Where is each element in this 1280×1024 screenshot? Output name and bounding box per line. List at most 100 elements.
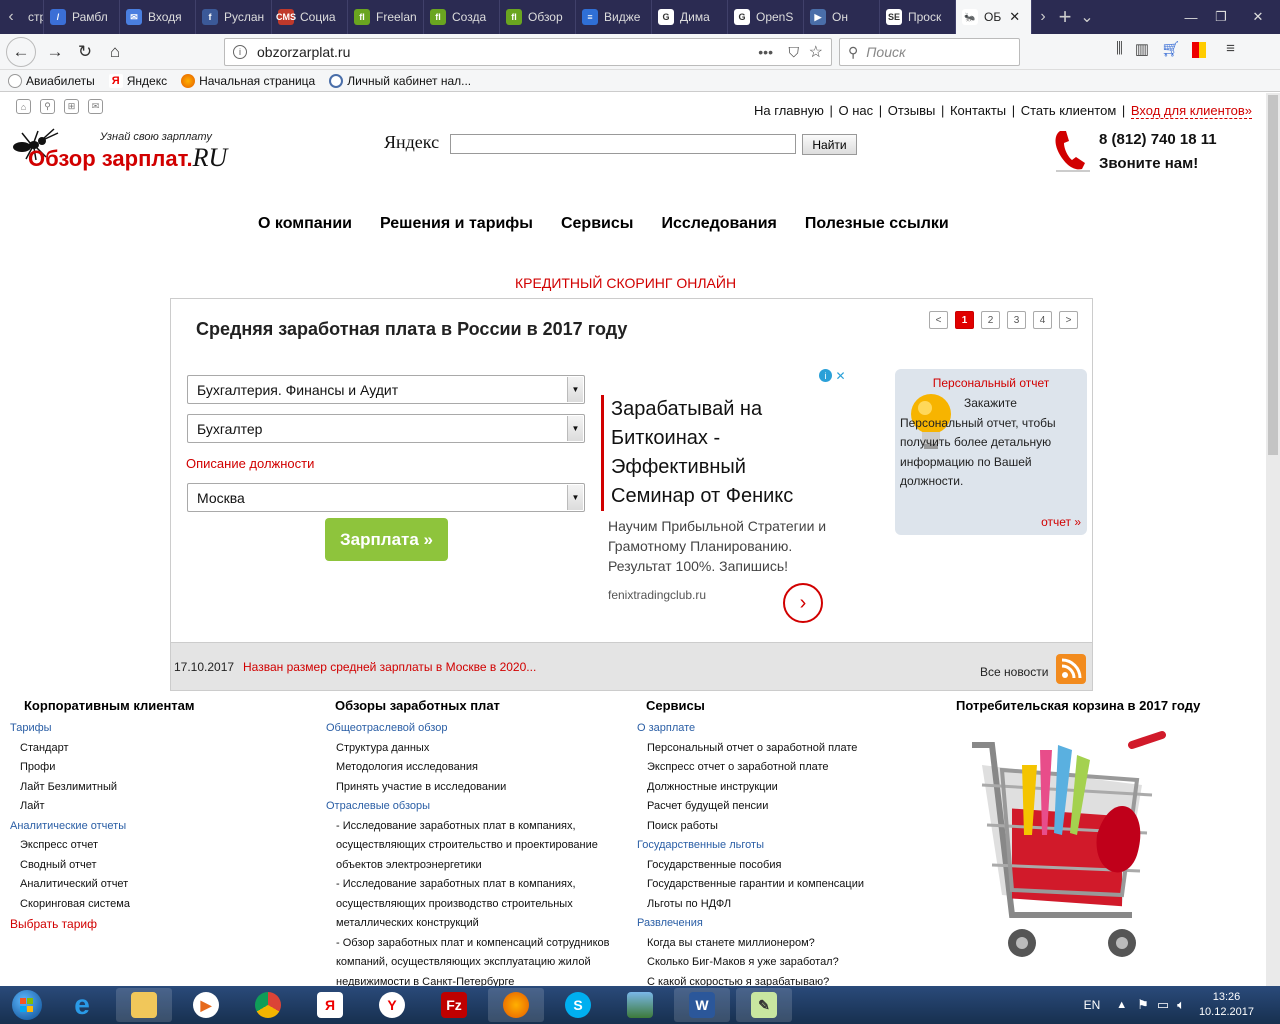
browser-tab[interactable]: ▶ Он — [804, 0, 880, 34]
section-link[interactable]: О зарплате — [637, 719, 937, 739]
list-item-link[interactable]: объектов электроэнергетики — [326, 856, 626, 876]
web-search-input[interactable]: ⚲ Поиск — [839, 38, 1020, 66]
bookmark-star-icon[interactable]: ☆ — [809, 42, 823, 62]
info-icon[interactable]: i — [233, 45, 247, 59]
link-become-client[interactable]: Стать клиентом — [1021, 103, 1117, 118]
restore-button[interactable]: ❐ — [1206, 7, 1236, 27]
browser-tab[interactable]: CMS Социа — [272, 0, 348, 34]
tabs-scroll-right-button[interactable]: › — [1032, 0, 1054, 34]
list-item-link[interactable]: Скоринговая система — [10, 895, 310, 915]
ad-choices-icon[interactable]: i ✕ — [819, 369, 847, 383]
taskbar-chrome[interactable] — [240, 988, 296, 1022]
volume-icon[interactable]: 🔈︎ — [1177, 997, 1185, 1013]
list-item-link[interactable]: компаний, осуществляющих эксплуатацию жи… — [326, 953, 626, 973]
link-reviews[interactable]: Отзывы — [888, 103, 936, 118]
ad-headline[interactable]: Зарабатывай на Биткоинах - Эффективный С… — [601, 395, 821, 511]
flag-icon[interactable]: ⚑ — [1137, 997, 1149, 1013]
list-item-link[interactable]: - Обзор заработных плат и компенсаций со… — [326, 934, 626, 954]
section-link[interactable]: Аналитические отчеты — [10, 817, 310, 837]
browser-tab[interactable]: SE Проск — [880, 0, 956, 34]
menu-useful-links[interactable]: Полезные ссылки — [805, 215, 949, 233]
bookmark-start-page[interactable]: Начальная страница — [181, 73, 315, 88]
tabs-scroll-left-button[interactable]: ‹ — [0, 0, 22, 34]
bookmark-tax-cabinet[interactable]: Личный кабинет нал... — [329, 73, 471, 88]
taskbar-filezilla[interactable]: Fz — [426, 988, 482, 1022]
promo-link[interactable]: КРЕДИТНЫЙ СКОРИНГ ОНЛАЙН — [515, 275, 736, 291]
city-select[interactable]: Москва ▼ — [187, 483, 585, 512]
link-contacts[interactable]: Контакты — [950, 103, 1006, 118]
list-item-link[interactable]: Стандарт — [10, 739, 310, 759]
page-scrollbar[interactable] — [1266, 93, 1280, 986]
section-link[interactable]: Отраслевые обзоры — [326, 797, 626, 817]
list-item-link[interactable]: Принять участие в исследовании — [326, 778, 626, 798]
list-item-link[interactable]: Государственные гарантии и компенсации — [637, 875, 937, 895]
browser-tab[interactable]: G OpenS — [728, 0, 804, 34]
site-logo[interactable]: Узнай свою зарплату Обзор зарплат.RU — [8, 127, 278, 177]
section-link[interactable]: Государственные льготы — [637, 836, 937, 856]
link-home[interactable]: На главную — [754, 103, 824, 118]
tab-list-button[interactable]: ⌄ — [1076, 0, 1098, 34]
link-about[interactable]: О нас — [838, 103, 873, 118]
report-link[interactable]: отчет » — [1041, 515, 1081, 529]
ad-arrow-button[interactable]: › — [783, 583, 823, 623]
page-4-button[interactable]: 4 — [1033, 311, 1052, 329]
section-link[interactable]: Развлечения — [637, 914, 937, 934]
mail-small-icon[interactable]: ✉ — [88, 99, 103, 114]
browser-tab[interactable]: / Рамбл — [44, 0, 120, 34]
scrollbar-thumb[interactable] — [1268, 95, 1278, 455]
menu-icon[interactable]: ≡ — [1226, 40, 1235, 58]
ad-domain[interactable]: fenixtradingclub.ru — [608, 588, 706, 602]
bookmark-yandex[interactable]: Я Яндекс — [108, 73, 167, 88]
page-2-button[interactable]: 2 — [981, 311, 1000, 329]
news-headline-link[interactable]: Назван размер средней зарплаты в Москве … — [243, 660, 536, 674]
list-item-link[interactable]: - Исследование заработных плат в компани… — [326, 817, 626, 837]
reload-button[interactable]: ↻ — [70, 37, 100, 67]
network-icon[interactable]: ▭ — [1157, 997, 1169, 1013]
shopping-cart-illustration[interactable] — [962, 725, 1182, 975]
list-item-link[interactable]: Экспресс отчет о заработной плате — [637, 758, 937, 778]
list-item-link[interactable]: Должностные инструкции — [637, 778, 937, 798]
page-next-button[interactable]: > — [1059, 311, 1078, 329]
list-item-link[interactable]: Лайт Безлимитный — [10, 778, 310, 798]
taskbar-firefox[interactable] — [488, 988, 544, 1022]
list-item-link[interactable]: Льготы по НДФЛ — [637, 895, 937, 915]
section-link[interactable]: Общеотраслевой обзор — [326, 719, 626, 739]
taskbar-photos[interactable] — [612, 988, 668, 1022]
back-button[interactable]: ← — [6, 36, 36, 67]
extension-icon[interactable] — [1192, 42, 1207, 58]
browser-tab[interactable]: 🐜 ОБ ✕ — [956, 0, 1032, 34]
report-title[interactable]: Персональный отчет — [895, 376, 1087, 390]
browser-tab[interactable]: fl Обзор — [500, 0, 576, 34]
sidebar-icon[interactable]: ▥ — [1135, 40, 1149, 58]
clock[interactable]: 13:26 10.12.2017 — [1199, 990, 1254, 1020]
language-indicator[interactable]: EN — [1084, 998, 1101, 1012]
browser-tab[interactable]: fl Freelan — [348, 0, 424, 34]
home-button[interactable]: ⌂ — [100, 37, 130, 67]
start-button[interactable] — [0, 986, 54, 1024]
list-item-link[interactable]: недвижимости в Санкт-Петербурге — [326, 973, 626, 987]
list-item-link[interactable]: Профи — [10, 758, 310, 778]
page-3-button[interactable]: 3 — [1007, 311, 1026, 329]
taskbar-word[interactable]: W — [674, 988, 730, 1022]
list-item-link[interactable]: Лайт — [10, 797, 310, 817]
bookmark-aviabilety[interactable]: Авиабилеты — [8, 73, 95, 88]
menu-solutions[interactable]: Решения и тарифы — [380, 215, 533, 233]
list-item-link[interactable]: Поиск работы — [637, 817, 937, 837]
taskbar-app[interactable]: ✎ — [736, 988, 792, 1022]
list-item-link[interactable]: Когда вы станете миллионером? — [637, 934, 937, 954]
sitemap-small-icon[interactable]: ⊞ — [64, 99, 79, 114]
tray-expand-icon[interactable]: ▲ — [1116, 999, 1127, 1011]
list-item-link[interactable]: Расчет будущей пенсии — [637, 797, 937, 817]
menu-company[interactable]: О компании — [258, 215, 352, 233]
new-tab-button[interactable]: + — [1054, 0, 1076, 34]
list-item-link[interactable]: - Исследование заработных плат в компани… — [326, 875, 626, 895]
list-item-link[interactable]: Структура данных — [326, 739, 626, 759]
browser-tab[interactable]: G Дима — [652, 0, 728, 34]
taskbar-yandex-browser[interactable]: Я — [302, 988, 358, 1022]
list-item-link[interactable]: металлических конструкций — [326, 914, 626, 934]
pocket-icon[interactable]: ⛉ — [789, 44, 800, 61]
url-bar[interactable]: i obzorzarplat.ru ••• ⛉ ☆ — [224, 38, 832, 66]
list-item-link[interactable]: Методология исследования — [326, 758, 626, 778]
page-1-button[interactable]: 1 — [955, 311, 974, 329]
search-small-icon[interactable]: ⚲ — [40, 99, 55, 114]
